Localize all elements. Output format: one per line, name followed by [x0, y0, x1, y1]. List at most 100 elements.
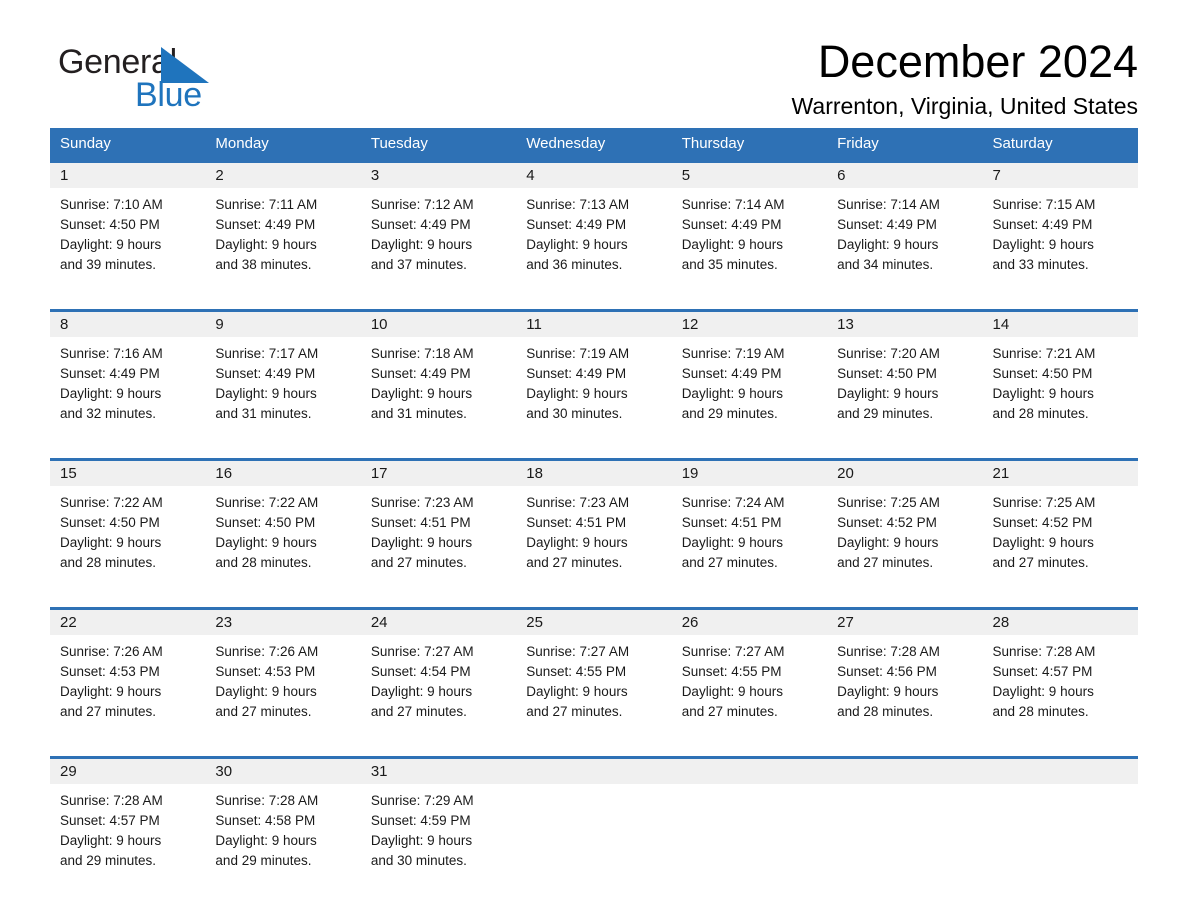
- daylight-text-line1: Daylight: 9 hours: [526, 237, 628, 252]
- sunset-text: Sunset: 4:50 PM: [992, 366, 1093, 381]
- daylight-text-line1: Daylight: 9 hours: [526, 535, 628, 550]
- sunrise-text: Sunrise: 7:23 AM: [526, 495, 630, 510]
- daylight-text-line2: and 32 minutes.: [60, 406, 157, 421]
- daylight-text-line1: Daylight: 9 hours: [60, 535, 162, 550]
- sunrise-text: Sunrise: 7:19 AM: [681, 346, 785, 361]
- day-cell[interactable]: 20 Sunrise: 7:25 AM Sunset: 4:52 PM Dayligh…: [827, 461, 983, 585]
- day-details: Sunrise: 7:19 AM Sunset: 4:49 PM Daylight:…: [516, 337, 671, 436]
- day-cell[interactable]: 9 Sunrise: 7:17 AM Sunset: 4:49 PM Daylight…: [205, 312, 361, 436]
- day-number-band: 25: [516, 610, 672, 635]
- day-number-band: 31: [360, 759, 517, 784]
- day-cell[interactable]: 24 Sunrise: 7:27 AM Sunset: 4:54 PM Dayligh…: [360, 610, 517, 734]
- day-details: Sunrise: 7:27 AM Sunset: 4:55 PM Daylight:…: [516, 635, 671, 734]
- day-cell[interactable]: 6 Sunrise: 7:14 AM Sunset: 4:49 PM Daylight…: [827, 163, 983, 287]
- day-number-band: 15: [50, 461, 206, 486]
- sunrise-text: Sunrise: 7:26 AM: [215, 644, 319, 659]
- day-number-band: 1: [50, 163, 206, 188]
- day-details: Sunrise: 7:21 AM Sunset: 4:50 PM Daylight:…: [983, 337, 1138, 436]
- day-number-band: [982, 759, 1138, 784]
- day-cell[interactable]: 29 Sunrise: 7:28 AM Sunset: 4:57 PM Dayligh…: [50, 759, 206, 883]
- day-cell[interactable]: 4 Sunrise: 7:13 AM Sunset: 4:49 PM Daylight…: [516, 163, 672, 287]
- daylight-text-line2: and 27 minutes.: [526, 555, 623, 570]
- day-number-band: 17: [360, 461, 517, 486]
- day-cell[interactable]: 5 Sunrise: 7:14 AM Sunset: 4:49 PM Daylight…: [671, 163, 828, 287]
- weekday-header-monday: Monday: [215, 135, 269, 152]
- daylight-text-line2: and 27 minutes.: [370, 555, 467, 570]
- day-cell[interactable]: 17 Sunrise: 7:23 AM Sunset: 4:51 PM Dayligh…: [360, 461, 517, 585]
- day-cell-empty: [982, 759, 1138, 883]
- day-details: Sunrise: 7:18 AM Sunset: 4:49 PM Daylight:…: [361, 337, 516, 436]
- day-number: 13: [837, 316, 854, 333]
- daylight-text-line2: and 35 minutes.: [681, 257, 778, 272]
- day-cell[interactable]: 10 Sunrise: 7:18 AM Sunset: 4:49 PM Dayligh…: [360, 312, 517, 436]
- week-spacer: [50, 436, 1138, 458]
- daylight-text-line1: Daylight: 9 hours: [992, 535, 1094, 550]
- day-details: Sunrise: 7:27 AM Sunset: 4:54 PM Daylight:…: [361, 635, 516, 734]
- day-number-band: 26: [671, 610, 828, 635]
- sunset-text: Sunset: 4:49 PM: [526, 366, 627, 381]
- day-cell[interactable]: 3 Sunrise: 7:12 AM Sunset: 4:49 PM Daylight…: [360, 163, 517, 287]
- daylight-text-line2: and 29 minutes.: [60, 853, 157, 868]
- day-cell[interactable]: 8 Sunrise: 7:16 AM Sunset: 4:49 PM Daylight…: [50, 312, 206, 436]
- day-number-band: 7: [982, 163, 1138, 188]
- sunset-text: Sunset: 4:56 PM: [837, 664, 937, 679]
- calendar-grid: Sunday Monday Tuesday Wednesday Thursday…: [50, 128, 1138, 883]
- day-details: [983, 784, 1138, 803]
- day-cell[interactable]: 1 Sunrise: 7:10 AM Sunset: 4:50 PM Daylight…: [50, 163, 206, 287]
- general-blue-logo: General Blue: [58, 45, 318, 115]
- day-number: 25: [526, 614, 543, 631]
- day-cell[interactable]: 30 Sunrise: 7:28 AM Sunset: 4:58 PM Dayligh…: [205, 759, 361, 883]
- week-row: 29 Sunrise: 7:28 AM Sunset: 4:57 PM Dayligh…: [50, 756, 1138, 883]
- sunset-text: Sunset: 4:59 PM: [370, 813, 471, 828]
- day-cell[interactable]: 27 Sunrise: 7:28 AM Sunset: 4:56 PM Dayligh…: [827, 610, 983, 734]
- day-cell[interactable]: 22 Sunrise: 7:26 AM Sunset: 4:53 PM Dayligh…: [50, 610, 206, 734]
- daylight-text-line2: and 27 minutes.: [370, 704, 467, 719]
- day-details: Sunrise: 7:17 AM Sunset: 4:49 PM Daylight:…: [205, 337, 360, 436]
- sunset-text: Sunset: 4:54 PM: [370, 664, 471, 679]
- day-cell[interactable]: 31 Sunrise: 7:29 AM Sunset: 4:59 PM Dayligh…: [360, 759, 517, 883]
- daylight-text-line2: and 31 minutes.: [370, 406, 467, 421]
- day-cell[interactable]: 26 Sunrise: 7:27 AM Sunset: 4:55 PM Dayligh…: [671, 610, 828, 734]
- day-cell[interactable]: 16 Sunrise: 7:22 AM Sunset: 4:50 PM Dayligh…: [205, 461, 361, 585]
- sunset-text: Sunset: 4:55 PM: [526, 664, 627, 679]
- day-details: Sunrise: 7:29 AM Sunset: 4:59 PM Daylight:…: [361, 784, 516, 883]
- day-cell[interactable]: 19 Sunrise: 7:24 AM Sunset: 4:51 PM Dayligh…: [671, 461, 828, 585]
- sunrise-text: Sunrise: 7:29 AM: [370, 793, 474, 808]
- day-cell[interactable]: 23 Sunrise: 7:26 AM Sunset: 4:53 PM Dayligh…: [205, 610, 361, 734]
- day-number: 15: [60, 465, 77, 482]
- day-number: 17: [370, 465, 388, 482]
- day-number: 11: [526, 316, 542, 333]
- daylight-text-line2: and 27 minutes.: [526, 704, 623, 719]
- day-details: Sunrise: 7:13 AM Sunset: 4:49 PM Daylight:…: [516, 188, 671, 287]
- day-cell[interactable]: 21 Sunrise: 7:25 AM Sunset: 4:52 PM Dayligh…: [982, 461, 1138, 585]
- day-cell[interactable]: 12 Sunrise: 7:19 AM Sunset: 4:49 PM Dayligh…: [671, 312, 828, 436]
- day-number-band: 6: [827, 163, 983, 188]
- day-number-band: 3: [360, 163, 517, 188]
- sunset-text: Sunset: 4:49 PM: [370, 366, 471, 381]
- day-number-band: 23: [205, 610, 361, 635]
- day-cell[interactable]: 28 Sunrise: 7:28 AM Sunset: 4:57 PM Dayligh…: [982, 610, 1138, 734]
- day-cell[interactable]: 25 Sunrise: 7:27 AM Sunset: 4:55 PM Dayligh…: [516, 610, 672, 734]
- day-cell[interactable]: 11 Sunrise: 7:19 AM Sunset: 4:49 PM Dayligh…: [516, 312, 672, 436]
- daylight-text-line1: Daylight: 9 hours: [215, 684, 317, 699]
- day-cell[interactable]: 18 Sunrise: 7:23 AM Sunset: 4:51 PM Dayligh…: [516, 461, 672, 585]
- daylight-text-line1: Daylight: 9 hours: [215, 237, 317, 252]
- daylight-text-line1: Daylight: 9 hours: [370, 833, 473, 848]
- sunrise-text: Sunrise: 7:21 AM: [992, 346, 1096, 361]
- sunrise-text: Sunrise: 7:28 AM: [215, 793, 319, 808]
- day-number: 21: [992, 465, 1010, 482]
- day-cell[interactable]: 2 Sunrise: 7:11 AM Sunset: 4:49 PM Daylight…: [205, 163, 361, 287]
- sunrise-text: Sunrise: 7:20 AM: [837, 346, 940, 361]
- sunset-text: Sunset: 4:49 PM: [60, 366, 160, 381]
- sunset-text: Sunset: 4:51 PM: [526, 515, 627, 530]
- sunset-text: Sunset: 4:49 PM: [215, 217, 316, 232]
- day-cell[interactable]: 14 Sunrise: 7:21 AM Sunset: 4:50 PM Dayligh…: [982, 312, 1138, 436]
- day-cell[interactable]: 13 Sunrise: 7:20 AM Sunset: 4:50 PM Dayligh…: [827, 312, 983, 436]
- daylight-text-line1: Daylight: 9 hours: [837, 237, 939, 252]
- day-number: 28: [992, 614, 1010, 631]
- day-cell[interactable]: 7 Sunrise: 7:15 AM Sunset: 4:49 PM Daylight…: [982, 163, 1138, 287]
- day-number: 14: [992, 316, 1010, 333]
- day-cell[interactable]: 15 Sunrise: 7:22 AM Sunset: 4:50 PM Dayligh…: [50, 461, 206, 585]
- day-number-band: 28: [982, 610, 1138, 635]
- weekday-header-row: Sunday Monday Tuesday Wednesday Thursday…: [50, 128, 1138, 160]
